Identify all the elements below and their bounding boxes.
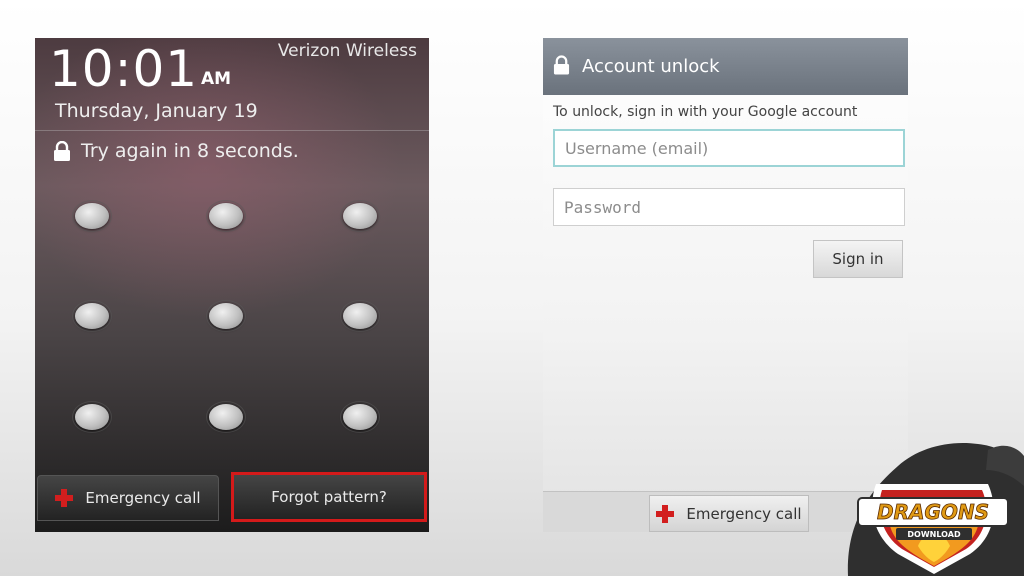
username-field[interactable]: [553, 129, 905, 167]
clock-ampm: AM: [201, 69, 232, 89]
date-label: Thursday, January 19: [55, 100, 258, 122]
instructions-text: To unlock, sign in with your Google acco…: [553, 104, 858, 120]
pattern-dot[interactable]: [72, 401, 112, 433]
title-bar: Account unlock: [543, 38, 908, 95]
carrier-name: Verizon Wireless: [277, 41, 417, 61]
emergency-call-button[interactable]: Emergency call: [649, 495, 809, 532]
password-field[interactable]: [553, 188, 905, 226]
pattern-dot[interactable]: [72, 200, 112, 232]
emergency-call-label: Emergency call: [85, 489, 201, 507]
lockout-status: Try again in 8 seconds.: [53, 140, 299, 162]
emergency-call-label: Emergency call: [686, 504, 802, 523]
pattern-dot[interactable]: [340, 300, 380, 332]
pattern-dot[interactable]: [340, 200, 380, 232]
pattern-dot[interactable]: [206, 300, 246, 332]
red-cross-icon: [55, 489, 74, 507]
lockout-status-text: Try again in 8 seconds.: [81, 140, 299, 162]
pattern-dot[interactable]: [206, 401, 246, 433]
divider: [35, 130, 429, 131]
logo-brand-text: DRAGONS: [877, 500, 989, 524]
pattern-dot[interactable]: [206, 200, 246, 232]
logo-sub-text: DOWNLOAD: [907, 530, 961, 539]
clock-time: 10:01: [49, 40, 199, 98]
lock-icon: [53, 141, 71, 161]
pattern-lock-screen: 10:01 AM Verizon Wireless Thursday, Janu…: [35, 38, 429, 532]
lock-icon: [553, 54, 570, 79]
sign-in-button[interactable]: Sign in: [813, 240, 903, 278]
page-title: Account unlock: [582, 56, 720, 77]
forgot-pattern-label: Forgot pattern?: [271, 488, 387, 506]
forgot-pattern-button[interactable]: Forgot pattern?: [231, 472, 427, 522]
pattern-dot[interactable]: [340, 401, 380, 433]
red-cross-icon: [656, 504, 675, 523]
emergency-call-button[interactable]: Emergency call: [37, 475, 219, 521]
dragons-download-logo: DRAGONS DOWNLOAD: [838, 436, 1024, 576]
pattern-dot[interactable]: [72, 300, 112, 332]
